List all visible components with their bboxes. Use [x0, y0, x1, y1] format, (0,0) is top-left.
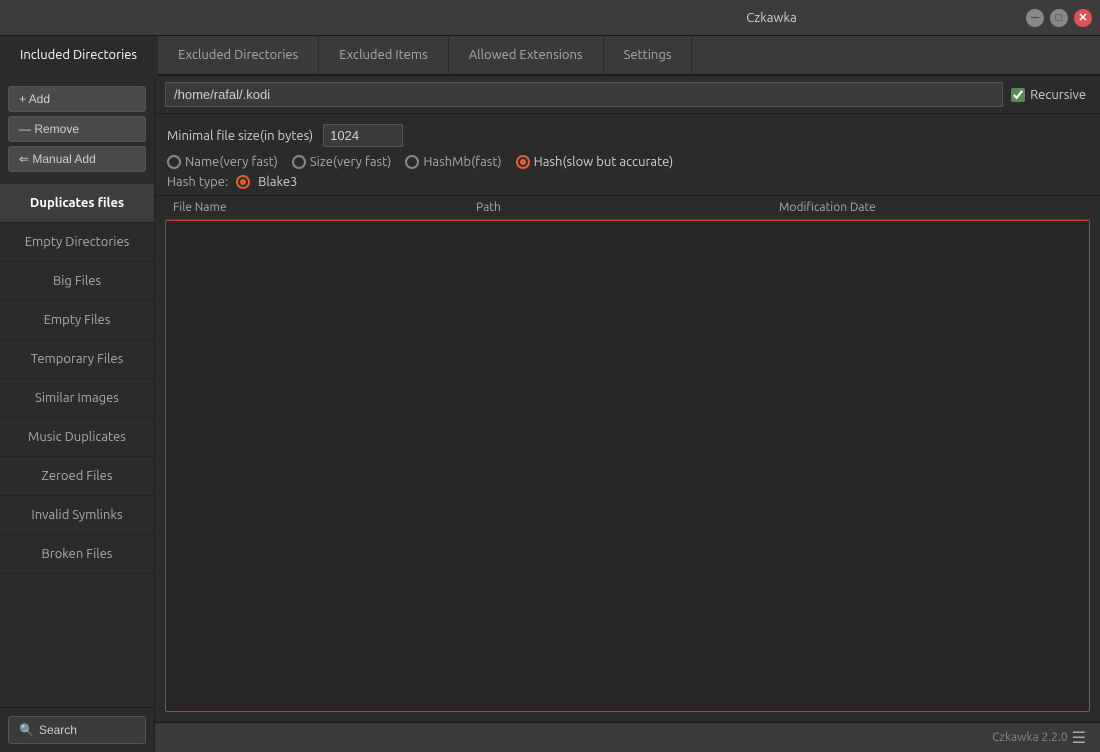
radio-label-size: Size(very fast): [310, 155, 392, 169]
radio-hash-slow-accurate[interactable]: Hash(slow but accurate): [516, 155, 674, 169]
recursive-checkbox[interactable]: [1011, 88, 1025, 102]
radio-circle-hash-slow: [516, 155, 530, 169]
column-header-path: Path: [476, 201, 779, 214]
radio-options-row: Name(very fast) Size(very fast) HashMb(f…: [167, 155, 1088, 169]
column-header-modification-date: Modification Date: [779, 201, 1082, 214]
recursive-label: Recursive: [1030, 88, 1086, 102]
title-bar: Czkawka ─ □ ✕: [0, 0, 1100, 36]
add-button[interactable]: + Add: [8, 86, 146, 112]
radio-label-hash-slow: Hash(slow but accurate): [534, 155, 674, 169]
hash-type-label: Hash type:: [167, 175, 228, 189]
tab-excluded-items[interactable]: Excluded Items: [319, 36, 449, 74]
sidebar-item-temporary-files[interactable]: Temporary Files: [0, 340, 154, 379]
manual-add-button[interactable]: ⇐ Manual Add: [8, 146, 146, 172]
version-text: Czkawka 2.2.0: [992, 731, 1068, 744]
content-area: Recursive Minimal file size(in bytes) Na…: [155, 76, 1100, 752]
column-header-filename: File Name: [173, 201, 476, 214]
sidebar-item-duplicates-files[interactable]: Duplicates files: [0, 184, 154, 223]
settings-panel: Minimal file size(in bytes) Name(very fa…: [155, 114, 1100, 196]
tab-included-directories[interactable]: Included Directories: [0, 36, 158, 76]
minimize-button[interactable]: ─: [1026, 9, 1044, 27]
results-table-header: File Name Path Modification Date: [165, 196, 1090, 220]
radio-circle-hashmb: [405, 155, 419, 169]
recursive-area: Recursive: [1011, 88, 1090, 102]
directory-path-area: Recursive: [155, 76, 1100, 114]
min-size-row: Minimal file size(in bytes): [167, 124, 1088, 147]
radio-hashmb-fast[interactable]: HashMb(fast): [405, 155, 501, 169]
sidebar-item-zeroed-files[interactable]: Zeroed Files: [0, 457, 154, 496]
sidebar-item-big-files[interactable]: Big Files: [0, 262, 154, 301]
radio-label-name: Name(very fast): [185, 155, 278, 169]
hash-type-row: Hash type: Blake3: [167, 175, 1088, 189]
radio-size-very-fast[interactable]: Size(very fast): [292, 155, 392, 169]
sidebar-item-empty-files[interactable]: Empty Files: [0, 301, 154, 340]
sidebar-item-broken-files[interactable]: Broken Files: [0, 535, 154, 574]
sidebar-item-invalid-symlinks[interactable]: Invalid Symlinks: [0, 496, 154, 535]
search-icon: 🔍: [19, 723, 34, 737]
tab-allowed-extensions[interactable]: Allowed Extensions: [449, 36, 604, 74]
hash-type-value: Blake3: [258, 175, 297, 189]
min-size-label: Minimal file size(in bytes): [167, 129, 313, 143]
sidebar-buttons: + Add — Remove ⇐ Manual Add: [0, 76, 154, 178]
radio-name-very-fast[interactable]: Name(very fast): [167, 155, 278, 169]
app-title: Czkawka: [517, 11, 1026, 25]
remove-button[interactable]: — Remove: [8, 116, 146, 142]
search-button-label: Search: [39, 723, 77, 737]
radio-label-hashmb: HashMb(fast): [423, 155, 501, 169]
radio-circle-size: [292, 155, 306, 169]
sidebar-nav: Duplicates files Empty Directories Big F…: [0, 178, 154, 707]
maximize-button[interactable]: □: [1050, 9, 1068, 27]
window-controls: ─ □ ✕: [1026, 9, 1092, 27]
min-size-input[interactable]: [323, 124, 403, 147]
sidebar-item-music-duplicates[interactable]: Music Duplicates: [0, 418, 154, 457]
hamburger-button[interactable]: ☰: [1068, 726, 1090, 750]
sidebar: + Add — Remove ⇐ Manual Add Duplicates f…: [0, 76, 155, 752]
tab-excluded-directories[interactable]: Excluded Directories: [158, 36, 319, 74]
tab-bar: Included Directories Excluded Directorie…: [0, 36, 1100, 76]
hash-type-radio-circle: [236, 175, 250, 189]
bottom-bar: Czkawka 2.2.0 ☰: [155, 722, 1100, 752]
main-layout: + Add — Remove ⇐ Manual Add Duplicates f…: [0, 76, 1100, 752]
radio-circle-name: [167, 155, 181, 169]
search-button[interactable]: 🔍 Search: [8, 716, 146, 744]
results-area: File Name Path Modification Date: [155, 196, 1100, 722]
close-button[interactable]: ✕: [1074, 9, 1092, 27]
sidebar-bottom: 🔍 Search: [0, 707, 154, 752]
sidebar-item-empty-directories[interactable]: Empty Directories: [0, 223, 154, 262]
directory-path-input[interactable]: [165, 82, 1003, 107]
results-table-body[interactable]: [165, 220, 1090, 712]
sidebar-item-similar-images[interactable]: Similar Images: [0, 379, 154, 418]
tab-settings[interactable]: Settings: [604, 36, 693, 74]
